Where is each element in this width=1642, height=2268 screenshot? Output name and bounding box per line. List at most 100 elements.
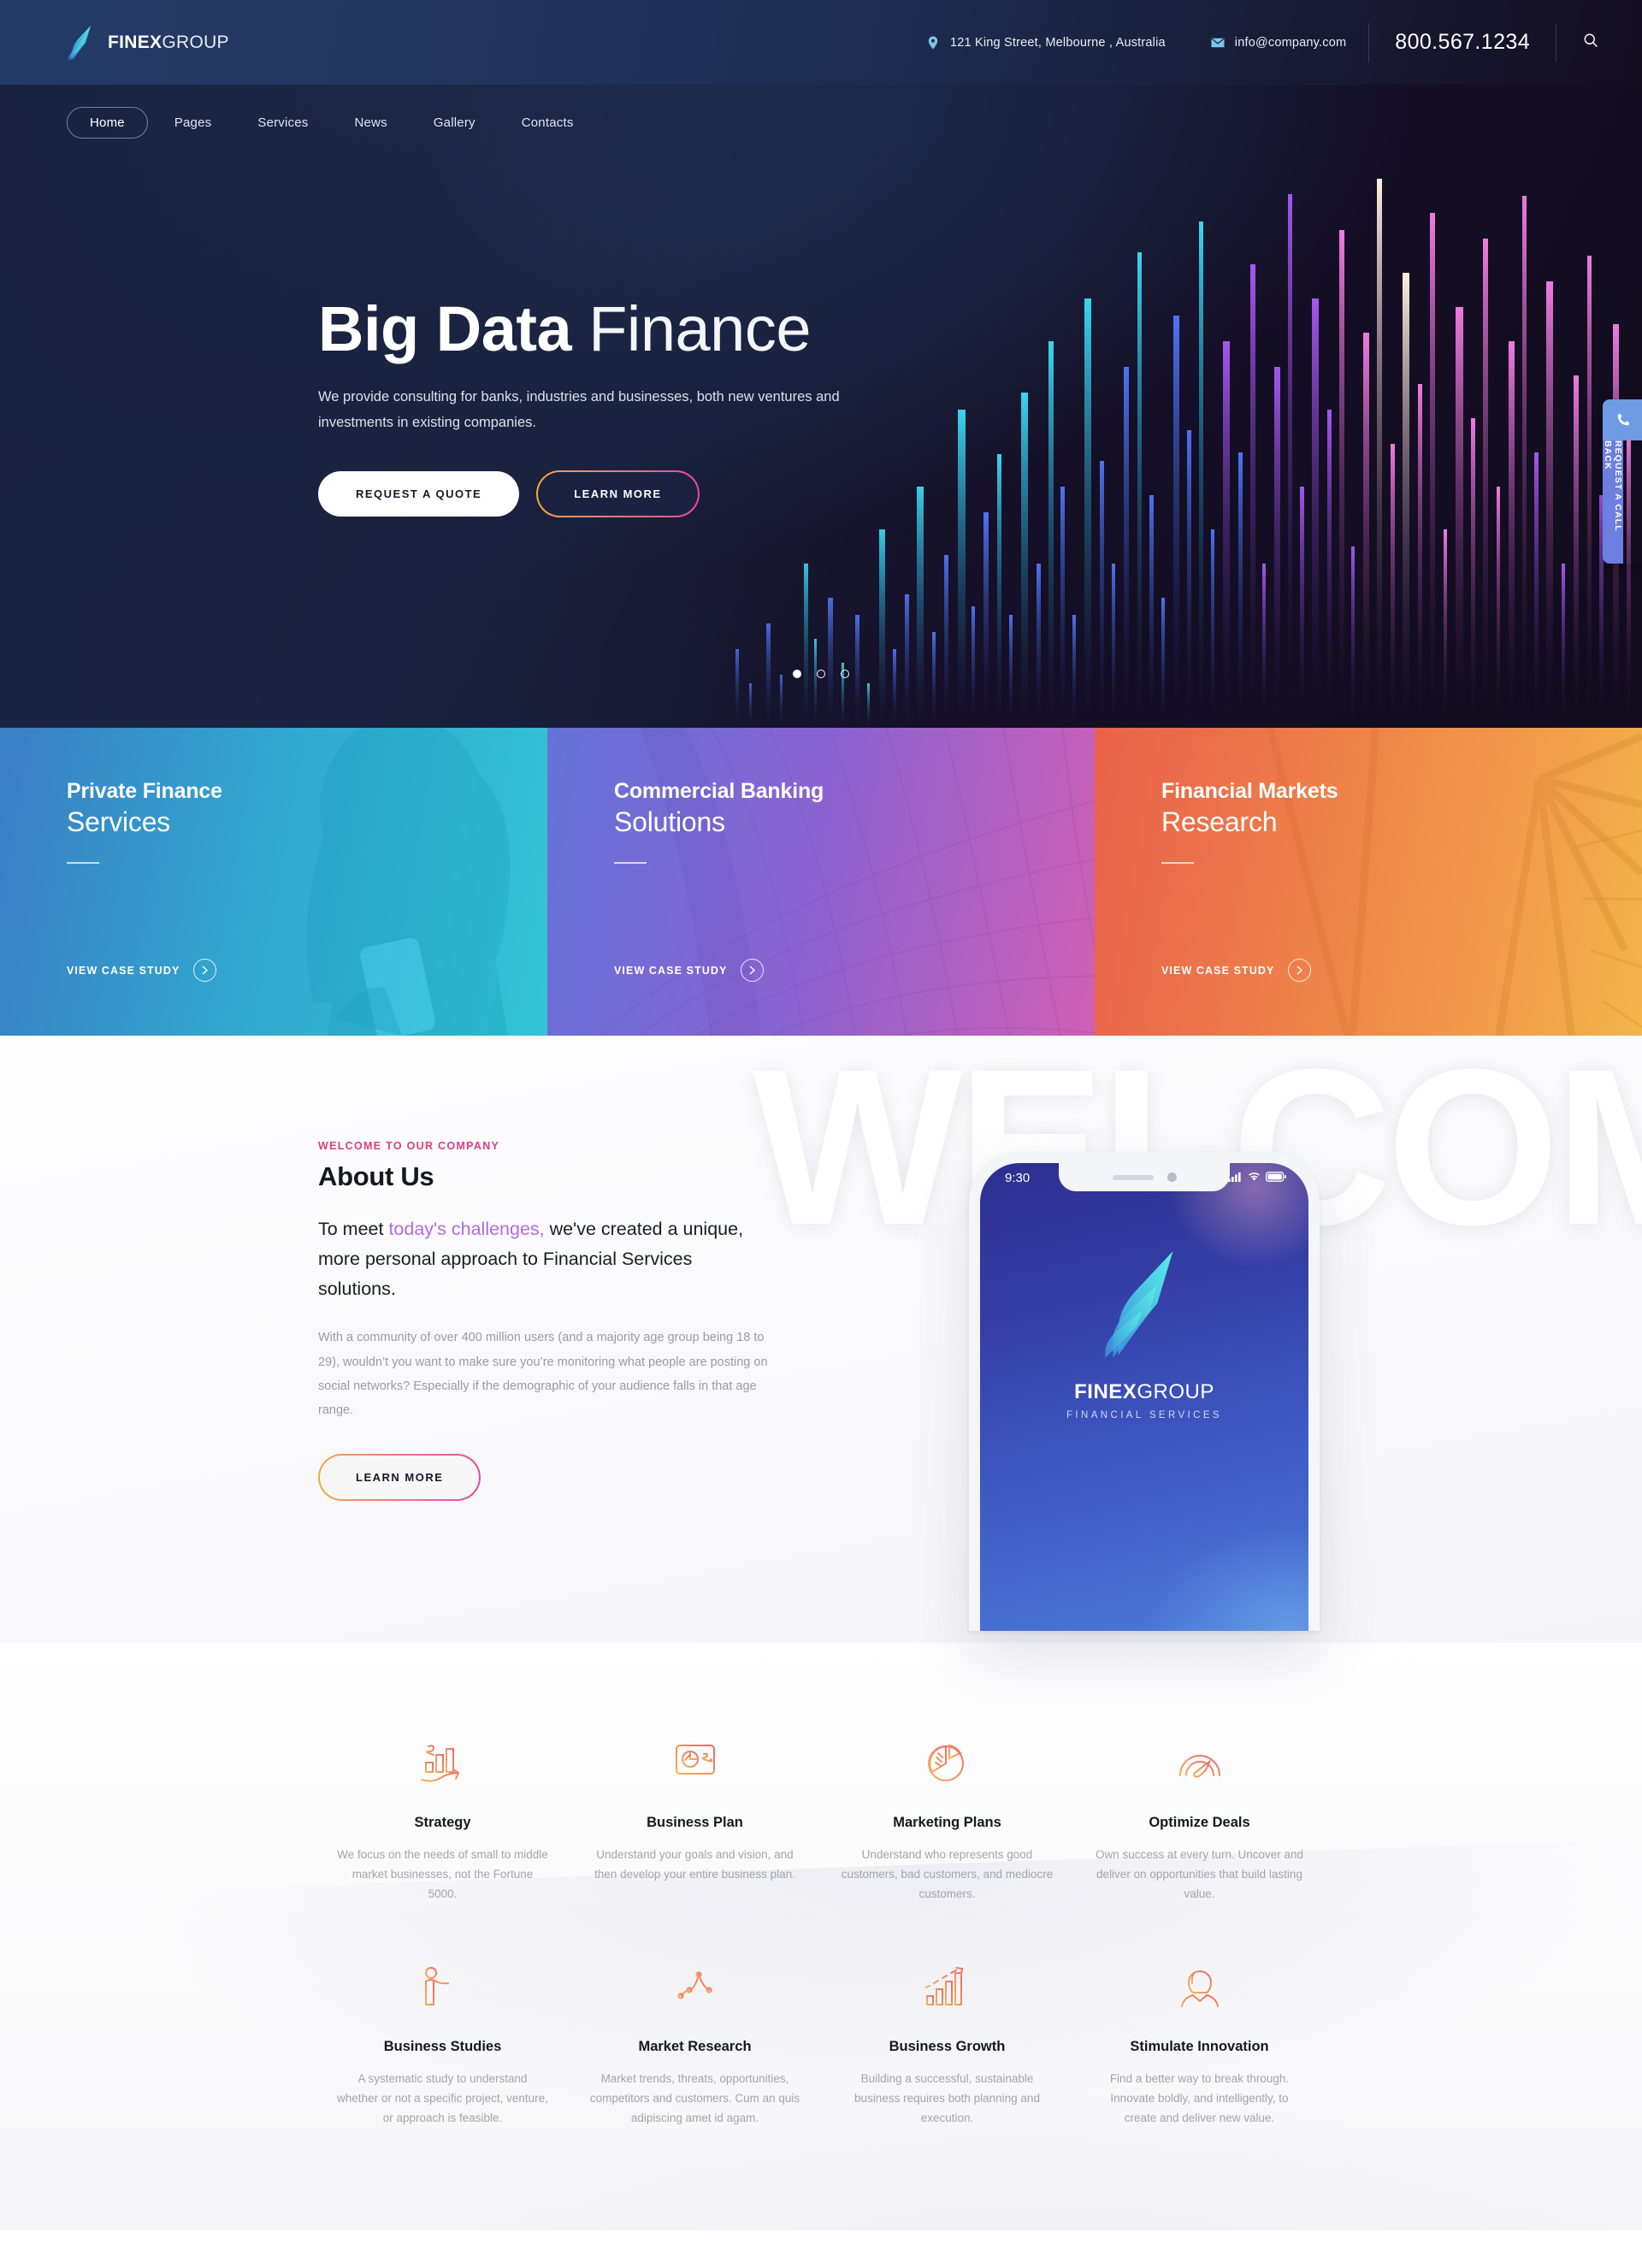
about-section: WELCOME WELCOME TO OUR COMPANY About Us … — [0, 1036, 1642, 1643]
nav-item-gallery[interactable]: Gallery — [414, 107, 495, 139]
service-card-financial-markets[interactable]: Financial Markets Research VIEW CASE STU… — [1095, 728, 1642, 1036]
features-grid: Strategy We focus on the needs of small … — [321, 1739, 1321, 2128]
phone-app-name: FINEXGROUP — [1074, 1380, 1214, 1404]
hero-title: Big Data Finance — [318, 297, 1642, 361]
phone-number[interactable]: 800.567.1234 — [1369, 30, 1556, 55]
about-content: WELCOME TO OUR COMPANY About Us To meet … — [0, 1036, 1642, 1501]
email-item[interactable]: info@company.com — [1188, 35, 1368, 50]
about-lead-part-a: To meet — [318, 1219, 389, 1239]
finex-logo-icon — [1105, 1251, 1173, 1358]
about-eyebrow: WELCOME TO OUR COMPANY — [318, 1140, 500, 1152]
card-title: Commercial Banking — [614, 779, 824, 803]
feature-title: Business Plan — [647, 1815, 743, 1830]
address-item: 121 King Street, Melbourne , Australia — [903, 35, 1188, 50]
hero-subtitle: We provide consulting for banks, industr… — [318, 389, 840, 431]
feature-description: Find a better way to break through. Inno… — [1109, 2071, 1290, 2125]
card-subtitle: Services — [67, 806, 171, 837]
phone-screen: 9:30 FINEXGROUP FINANCIAL SERVICES — [980, 1163, 1308, 1631]
feature-card-market-research[interactable]: Market Research Market trends, threats, … — [573, 1963, 817, 2129]
nav-item-news[interactable]: News — [334, 107, 406, 139]
wifi-icon — [1249, 1172, 1260, 1181]
line-graph-icon — [588, 1963, 801, 2017]
feature-description: Own success at every turn. Uncover and d… — [1095, 1848, 1304, 1901]
request-call-back-tab[interactable]: REQUEST A CALL BACK — [1603, 399, 1642, 564]
top-bar: FINEXGROUP 121 King Street, Melbourne , … — [0, 0, 1642, 85]
feature-title: Marketing Plans — [893, 1815, 1001, 1830]
logo[interactable]: FINEXGROUP — [67, 25, 229, 61]
hero-section: Home Pages Services News Gallery Contact… — [0, 85, 1642, 728]
feature-card-strategy[interactable]: Strategy We focus on the needs of small … — [321, 1739, 564, 1905]
learn-more-button-label: LEARN MORE — [538, 471, 698, 516]
feature-description: A systematic study to understand whether… — [337, 2071, 548, 2125]
phone-device: 9:30 FINEXGROUP FINANCIAL SERVICES — [969, 1152, 1320, 1631]
card-subtitle: Solutions — [614, 806, 725, 837]
service-card-private-finance[interactable]: Private Finance Services VIEW CASE STUDY — [0, 728, 547, 1036]
email-text: info@company.com — [1234, 35, 1347, 50]
feature-card-stimulate-innovation[interactable]: Stimulate Innovation Find a better way t… — [1078, 1963, 1321, 2129]
hero-actions: REQUEST A QUOTE LEARN MORE — [318, 470, 1642, 517]
card-title: Private Finance — [67, 779, 222, 803]
slider-dot-1[interactable] — [793, 670, 801, 678]
slider-dot-2[interactable] — [817, 670, 825, 678]
feature-title: Stimulate Innovation — [1130, 2038, 1269, 2054]
top-bar-right: 121 King Street, Melbourne , Australia i… — [903, 0, 1608, 85]
phone-app-name-secondary: GROUP — [1137, 1380, 1214, 1403]
feature-card-marketing-plans[interactable]: Marketing Plans Understand who represent… — [825, 1739, 1069, 1905]
phone-app-name-primary: FINEX — [1074, 1380, 1137, 1403]
nav-item-home[interactable]: Home — [67, 107, 148, 139]
card-body: Commercial Banking Solutions — [547, 728, 1095, 1036]
phone-mockup: 9:30 FINEXGROUP FINANCIAL SERVICES — [969, 1152, 1320, 1631]
phone-status-time: 9:30 — [1005, 1171, 1031, 1185]
phone-app-branding: FINEXGROUP FINANCIAL SERVICES — [980, 1249, 1308, 1420]
card-title: Financial Markets — [1161, 779, 1338, 803]
feature-title: Business Studies — [383, 2038, 502, 2054]
logo-text: FINEXGROUP — [108, 32, 229, 53]
features-section: Strategy We focus on the needs of small … — [0, 1643, 1642, 2231]
slider-pagination — [0, 670, 1642, 678]
feature-title: Strategy — [414, 1815, 471, 1830]
callback-icon-area — [1603, 399, 1642, 440]
learn-more-button[interactable]: LEARN MORE — [536, 470, 700, 517]
feature-card-optimize-deals[interactable]: Optimize Deals Own success at every turn… — [1078, 1739, 1321, 1905]
finex-logo-icon — [68, 25, 91, 61]
feature-title: Business Growth — [889, 2038, 1006, 2054]
card-divider — [1161, 862, 1194, 864]
feature-card-business-plan[interactable]: Business Plan Understand your goals and … — [573, 1739, 817, 1905]
feature-description: Understand your goals and vision, and th… — [594, 1848, 795, 1881]
feature-description: Understand who represents good customers… — [841, 1848, 1054, 1901]
card-body: Financial Markets Research — [1095, 728, 1642, 1036]
about-learn-more-button[interactable]: LEARN MORE — [318, 1453, 481, 1501]
feature-title: Optimize Deals — [1149, 1815, 1250, 1830]
main-navigation: Home Pages Services News Gallery Contact… — [0, 85, 1642, 139]
nav-item-pages[interactable]: Pages — [155, 107, 232, 139]
phone-status-icons — [1228, 1172, 1286, 1182]
earpiece-speaker — [1112, 1174, 1154, 1180]
front-camera-icon — [1167, 1172, 1177, 1182]
bar-chart-dollar-growth-icon — [336, 1739, 549, 1793]
logo-text-secondary: GROUP — [162, 32, 229, 52]
hero-title-strong: Big Data — [318, 293, 572, 364]
about-lead-highlight: today's challenges, — [388, 1219, 545, 1239]
feature-description: Market trends, threats, opportunities, c… — [589, 2071, 800, 2125]
request-a-quote-button[interactable]: REQUEST A QUOTE — [318, 470, 520, 517]
envelope-icon — [1211, 38, 1225, 47]
presenter-board-icon — [336, 1963, 549, 2017]
screen-gradient-bottom — [1060, 1451, 1308, 1631]
nav-item-contacts[interactable]: Contacts — [502, 107, 594, 139]
location-pin-icon — [928, 36, 938, 49]
slider-dot-3[interactable] — [841, 670, 849, 678]
hero-title-thin: Finance — [588, 293, 811, 364]
monitor-pie-dollar-icon — [588, 1739, 801, 1793]
about-learn-more-label: LEARN MORE — [320, 1455, 480, 1499]
feature-card-business-growth[interactable]: Business Growth Building a successful, s… — [825, 1963, 1069, 2129]
about-heading: About Us — [318, 1161, 434, 1191]
feature-card-business-studies[interactable]: Business Studies A systematic study to u… — [321, 1963, 564, 2129]
logo-text-primary: FINEX — [108, 32, 162, 52]
phone-notch — [1059, 1163, 1230, 1191]
search-button[interactable] — [1556, 32, 1608, 53]
card-subtitle: Research — [1161, 806, 1278, 837]
address-text: 121 King Street, Melbourne , Australia — [949, 35, 1166, 50]
nav-item-services[interactable]: Services — [238, 107, 328, 139]
service-card-commercial-banking[interactable]: Commercial Banking Solutions VIEW CASE S… — [547, 728, 1095, 1036]
feature-title: Market Research — [638, 2038, 752, 2054]
